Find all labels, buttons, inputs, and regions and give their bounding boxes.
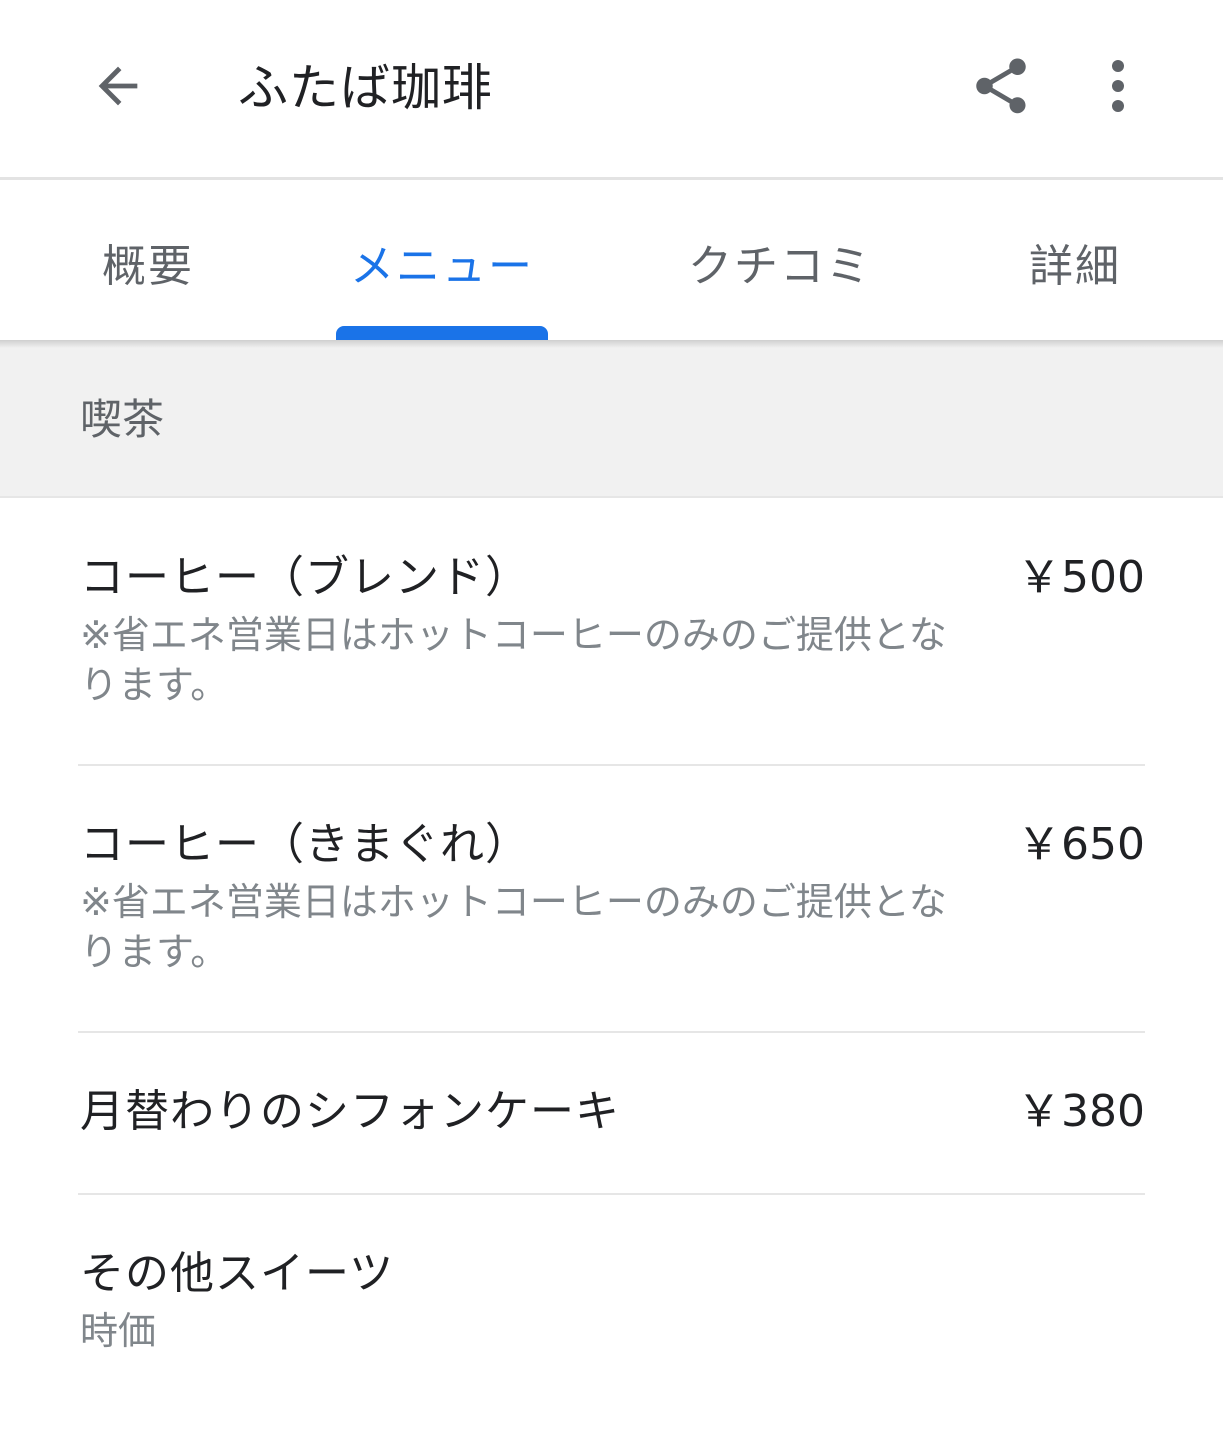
menu-item-description: 時価	[80, 1309, 157, 1353]
place-menu-screen: ふたば珈琲 概要 メニュー クチコミ 詳細 喫茶 コーヒー（ブレンド） ※省エネ…	[0, 0, 1223, 1448]
divider	[78, 1193, 1145, 1195]
tab-details[interactable]: 詳細	[1000, 183, 1150, 340]
top-app-bar: ふたば珈琲	[0, 0, 1223, 180]
more-options-button[interactable]	[1096, 56, 1140, 120]
share-icon	[968, 53, 1034, 123]
menu-item-chiffon-cake: 月替わりのシフォンケーキ ￥380	[80, 1082, 1145, 1142]
tab-menu[interactable]: メニュー	[336, 183, 548, 340]
menu-section-header: 喫茶	[0, 340, 1223, 498]
tab-reviews[interactable]: クチコミ	[660, 183, 900, 340]
menu-item-blend-coffee: コーヒー（ブレンド） ※省エネ営業日はホットコーヒーのみのご提供となります。 ￥…	[80, 548, 1145, 710]
menu-item-other-sweets: その他スイーツ 時価	[80, 1244, 1145, 1356]
tab-bar: 概要 メニュー クチコミ 詳細	[0, 183, 1223, 340]
more-vert-icon	[1110, 58, 1126, 118]
menu-item-price: ￥500	[1017, 552, 1145, 603]
tab-overview[interactable]: 概要	[60, 183, 236, 340]
page-title: ふたば珈琲	[238, 59, 493, 117]
menu-item-description: ※省エネ営業日はホットコーヒーのみのご提供となります。	[80, 613, 947, 707]
menu-item-name: コーヒー（きまぐれ）	[80, 819, 530, 870]
arrow-back-icon	[89, 57, 147, 119]
share-button[interactable]	[966, 52, 1036, 124]
menu-item-description: ※省エネ営業日はホットコーヒーのみのご提供となります。	[80, 880, 947, 974]
back-button[interactable]	[84, 56, 152, 120]
menu-item-price: ￥650	[1017, 819, 1145, 870]
menu-item-kimagure-coffee: コーヒー（きまぐれ） ※省エネ営業日はホットコーヒーのみのご提供となります。 ￥…	[80, 815, 1145, 977]
divider	[78, 1031, 1145, 1033]
section-title: 喫茶	[80, 395, 165, 444]
active-tab-indicator	[336, 326, 548, 340]
divider	[78, 764, 1145, 766]
menu-item-name: 月替わりのシフォンケーキ	[80, 1086, 620, 1137]
menu-item-name: その他スイーツ	[80, 1248, 395, 1299]
menu-item-name: コーヒー（ブレンド）	[80, 552, 530, 603]
tab-bar-shadow	[0, 340, 1223, 348]
menu-item-price: ￥380	[1017, 1086, 1145, 1137]
